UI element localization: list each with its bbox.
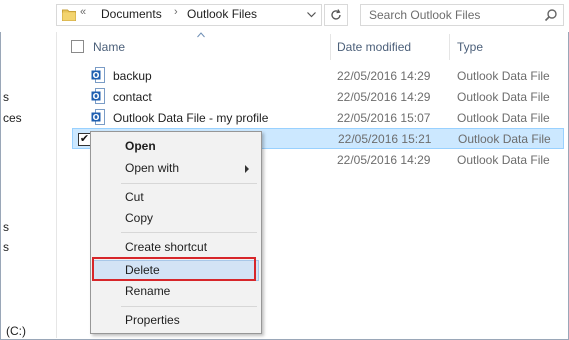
file-name[interactable]: Outlook Data File - my profile bbox=[113, 111, 268, 125]
column-divider[interactable] bbox=[330, 34, 331, 60]
menu-item-create-shortcut[interactable]: Create shortcut bbox=[93, 237, 259, 258]
menu-item-label: Open with bbox=[125, 161, 180, 175]
file-date: 22/05/2016 15:07 bbox=[337, 111, 431, 125]
svg-text:O: O bbox=[93, 113, 100, 122]
nav-item-fragment[interactable]: ces bbox=[3, 111, 22, 125]
outlook-data-file-icon: O bbox=[91, 88, 105, 104]
column-header-type[interactable]: Type bbox=[457, 40, 483, 54]
file-type: Outlook Data File bbox=[457, 153, 550, 167]
file-row[interactable]: O Outlook Data File - my profile 22/05/2… bbox=[73, 107, 563, 128]
explorer-window bbox=[0, 0, 569, 340]
highlight-annotation-box bbox=[92, 257, 256, 281]
menu-item-label: Create shortcut bbox=[125, 240, 208, 254]
file-row[interactable]: O backup 22/05/2016 14:29 Outlook Data F… bbox=[73, 65, 563, 86]
menu-item-label: Open bbox=[125, 139, 156, 153]
file-type: Outlook Data File bbox=[457, 111, 550, 125]
address-overflow-chevron[interactable]: « bbox=[80, 6, 86, 18]
select-all-checkbox[interactable] bbox=[71, 40, 84, 53]
refresh-button[interactable] bbox=[324, 4, 348, 26]
file-row[interactable]: O contact 22/05/2016 14:29 Outlook Data … bbox=[73, 86, 563, 107]
svg-text:O: O bbox=[93, 92, 100, 101]
svg-text:O: O bbox=[93, 71, 100, 80]
file-type: Outlook Data File bbox=[457, 69, 550, 83]
menu-item-open-with[interactable]: Open with bbox=[93, 158, 259, 179]
menu-item-properties[interactable]: Properties bbox=[93, 310, 259, 331]
search-input[interactable] bbox=[369, 7, 537, 23]
menu-item-rename[interactable]: Rename bbox=[93, 281, 259, 302]
menu-separator bbox=[121, 306, 257, 307]
search-icon[interactable] bbox=[544, 8, 558, 22]
nav-item-fragment[interactable]: s bbox=[3, 220, 9, 234]
menu-item-cut[interactable]: Cut bbox=[93, 187, 259, 208]
outlook-data-file-icon: O bbox=[91, 109, 105, 125]
address-dropdown-button[interactable] bbox=[300, 4, 322, 26]
menu-item-label: Cut bbox=[125, 190, 144, 204]
menu-item-copy[interactable]: Copy bbox=[93, 208, 259, 229]
file-type: Outlook Data File bbox=[458, 132, 551, 146]
menu-item-label: Copy bbox=[125, 211, 154, 225]
nav-item-fragment[interactable]: s bbox=[3, 90, 9, 104]
refresh-icon bbox=[331, 9, 341, 20]
breadcrumb-outlook-files[interactable]: Outlook Files bbox=[187, 7, 257, 21]
column-header-date-modified[interactable]: Date modified bbox=[337, 40, 411, 54]
menu-item-open[interactable]: Open bbox=[93, 136, 259, 157]
file-type: Outlook Data File bbox=[457, 90, 550, 104]
menu-item-label: Properties bbox=[125, 313, 180, 327]
menu-separator bbox=[121, 232, 257, 233]
address-toolbar: « Documents › Outlook Files bbox=[0, 0, 569, 32]
nav-pane-divider bbox=[56, 32, 57, 338]
submenu-arrow-icon bbox=[245, 165, 249, 173]
breadcrumb-documents[interactable]: Documents bbox=[101, 7, 162, 21]
file-date: 22/05/2016 14:29 bbox=[337, 153, 431, 167]
column-header-name[interactable]: Name bbox=[93, 40, 125, 54]
file-date: 22/05/2016 15:21 bbox=[338, 132, 432, 146]
file-date: 22/05/2016 14:29 bbox=[337, 69, 431, 83]
nav-item-drive-c[interactable]: (C:) bbox=[6, 324, 26, 338]
menu-item-label: Rename bbox=[125, 284, 171, 298]
search-box[interactable] bbox=[360, 4, 564, 26]
outlook-data-file-icon: O bbox=[91, 67, 105, 83]
sort-ascending-icon bbox=[197, 32, 205, 38]
breadcrumb-separator-icon[interactable]: › bbox=[174, 6, 178, 18]
nav-item-fragment[interactable]: s bbox=[3, 240, 9, 254]
menu-separator bbox=[121, 183, 257, 184]
file-name[interactable]: contact bbox=[113, 90, 152, 104]
context-menu: Open Open with Cut Copy Create shortcut … bbox=[90, 131, 262, 334]
column-divider[interactable] bbox=[449, 34, 450, 60]
chevron-down-icon bbox=[306, 12, 316, 18]
file-name[interactable]: backup bbox=[113, 69, 152, 83]
file-date: 22/05/2016 14:29 bbox=[337, 90, 431, 104]
